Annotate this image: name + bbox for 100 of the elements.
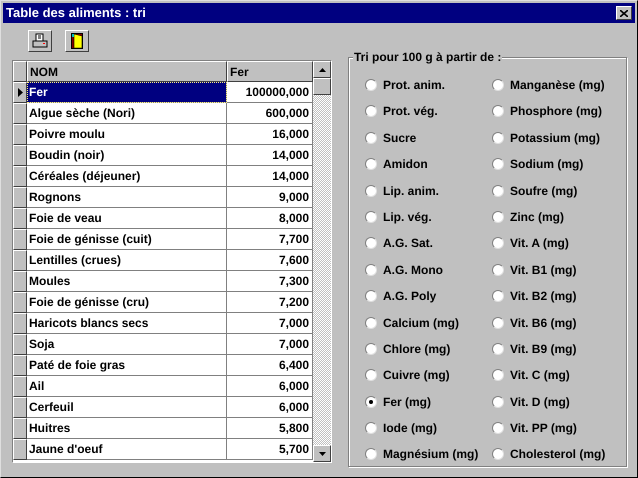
radio-option[interactable]: Sucre (365, 128, 492, 148)
radio-button[interactable] (492, 316, 504, 329)
radio-option[interactable]: Potassium (mg) (492, 128, 637, 148)
radio-option[interactable]: Phosphore (mg) (492, 101, 637, 122)
radio-button[interactable] (492, 184, 504, 197)
column-header[interactable]: Fer (227, 61, 313, 82)
radio-option[interactable]: Cuivre (mg) (365, 365, 492, 386)
radio-option[interactable]: Prot. vég. (365, 101, 492, 122)
row-selector[interactable] (13, 397, 27, 418)
row-selector[interactable] (13, 376, 27, 397)
table-cell[interactable]: Lentilles (crues) (27, 250, 227, 271)
radio-option[interactable]: Soufre (mg) (492, 180, 637, 201)
table-cell[interactable]: Rognons (27, 187, 227, 208)
radio-option[interactable]: Sodium (mg) (492, 154, 637, 174)
radio-option[interactable]: Vit. C (mg) (492, 365, 637, 386)
row-selector[interactable] (13, 271, 27, 292)
radio-option[interactable]: Vit. B1 (mg) (492, 260, 637, 280)
table-cell[interactable]: Ail (27, 376, 227, 397)
radio-option[interactable]: A.G. Mono (365, 260, 492, 280)
radio-option[interactable]: Fer (mg) (365, 392, 492, 412)
row-selector[interactable] (13, 334, 27, 355)
radio-button[interactable] (365, 210, 377, 223)
exit-button[interactable] (65, 30, 89, 52)
radio-option[interactable]: Amidon (365, 154, 492, 174)
table-cell[interactable]: Jaune d'oeuf (27, 439, 227, 460)
table-cell[interactable]: Moules (27, 271, 227, 292)
row-selector[interactable] (13, 166, 27, 187)
radio-button[interactable] (492, 290, 504, 302)
radio-option[interactable]: Vit. A (mg) (492, 233, 637, 254)
row-selector[interactable] (13, 208, 27, 229)
radio-option[interactable]: A.G. Sat. (365, 233, 492, 254)
row-selector[interactable] (13, 82, 27, 103)
row-selector[interactable] (13, 124, 27, 145)
radio-option[interactable]: Zinc (mg) (492, 206, 637, 227)
table-cell[interactable]: Cerfeuil (27, 397, 227, 418)
radio-button[interactable] (492, 132, 504, 144)
radio-button[interactable] (365, 290, 377, 302)
row-selector[interactable] (13, 145, 27, 166)
radio-option[interactable]: Manganèse (mg) (492, 75, 637, 95)
radio-button[interactable] (492, 422, 504, 434)
radio-button[interactable] (492, 396, 504, 408)
radio-option[interactable]: Prot. anim. (365, 75, 492, 95)
table-cell[interactable]: Haricots blancs secs (27, 313, 227, 334)
vertical-scrollbar[interactable] (313, 61, 331, 462)
scroll-up-button[interactable] (313, 61, 331, 78)
radio-option[interactable]: Vit. B9 (mg) (492, 338, 637, 359)
radio-button[interactable] (365, 132, 377, 144)
radio-option[interactable]: Vit. PP (mg) (492, 418, 637, 438)
radio-button[interactable] (492, 448, 504, 460)
radio-option[interactable]: Chlore (mg) (365, 338, 492, 359)
radio-option[interactable]: Vit. B6 (mg) (492, 312, 637, 333)
radio-option[interactable]: Calcium (mg) (365, 312, 492, 333)
radio-button[interactable] (365, 105, 377, 118)
table-cell[interactable]: Huitres (27, 418, 227, 439)
row-selector[interactable] (13, 418, 27, 439)
radio-option[interactable]: Lip. vég. (365, 206, 492, 227)
radio-button[interactable] (365, 396, 377, 408)
radio-button[interactable] (492, 369, 504, 382)
radio-option[interactable]: Vit. D (mg) (492, 392, 637, 412)
table-cell[interactable]: Foie de veau (27, 208, 227, 229)
radio-button[interactable] (365, 422, 377, 434)
table-cell[interactable]: Foie de génisse (cru) (27, 292, 227, 313)
row-selector[interactable] (13, 103, 27, 124)
radio-button[interactable] (492, 210, 504, 223)
radio-button[interactable] (365, 448, 377, 460)
radio-option[interactable]: Lip. anim. (365, 180, 492, 201)
radio-button[interactable] (365, 79, 377, 91)
row-selector[interactable] (13, 292, 27, 313)
radio-button[interactable] (492, 158, 504, 170)
radio-option[interactable]: Iode (mg) (365, 418, 492, 438)
radio-option[interactable]: A.G. Poly (365, 286, 492, 306)
row-selector[interactable] (13, 187, 27, 208)
row-selector[interactable] (13, 355, 27, 376)
radio-button[interactable] (492, 237, 504, 250)
radio-option[interactable]: Magnésium (mg) (365, 444, 492, 464)
radio-button[interactable] (492, 342, 504, 355)
radio-button[interactable] (365, 316, 377, 329)
radio-button[interactable] (492, 105, 504, 118)
row-selector[interactable] (13, 439, 27, 460)
scroll-down-button[interactable] (313, 445, 331, 462)
table-cell[interactable]: Foie de génisse (cuit) (27, 229, 227, 250)
radio-button[interactable] (492, 79, 504, 91)
table-cell[interactable]: Soja (27, 334, 227, 355)
radio-option[interactable]: Vit. B2 (mg) (492, 286, 637, 306)
radio-button[interactable] (365, 237, 377, 250)
row-selector[interactable] (13, 229, 27, 250)
table-cell[interactable]: Fer (27, 82, 227, 103)
column-header[interactable]: NOM (27, 61, 227, 82)
close-button[interactable] (616, 6, 632, 20)
table-cell[interactable]: Boudin (noir) (27, 145, 227, 166)
radio-button[interactable] (365, 369, 377, 382)
table-cell[interactable]: Céréales (déjeuner) (27, 166, 227, 187)
table-cell[interactable]: Poivre moulu (27, 124, 227, 145)
radio-button[interactable] (492, 264, 504, 276)
radio-button[interactable] (365, 342, 377, 355)
table-cell[interactable]: Paté de foie gras (27, 355, 227, 376)
table-cell[interactable]: Algue sèche (Nori) (27, 103, 227, 124)
radio-option[interactable]: Cholesterol (mg) (492, 444, 637, 464)
radio-button[interactable] (365, 184, 377, 197)
print-button[interactable] (28, 30, 52, 52)
